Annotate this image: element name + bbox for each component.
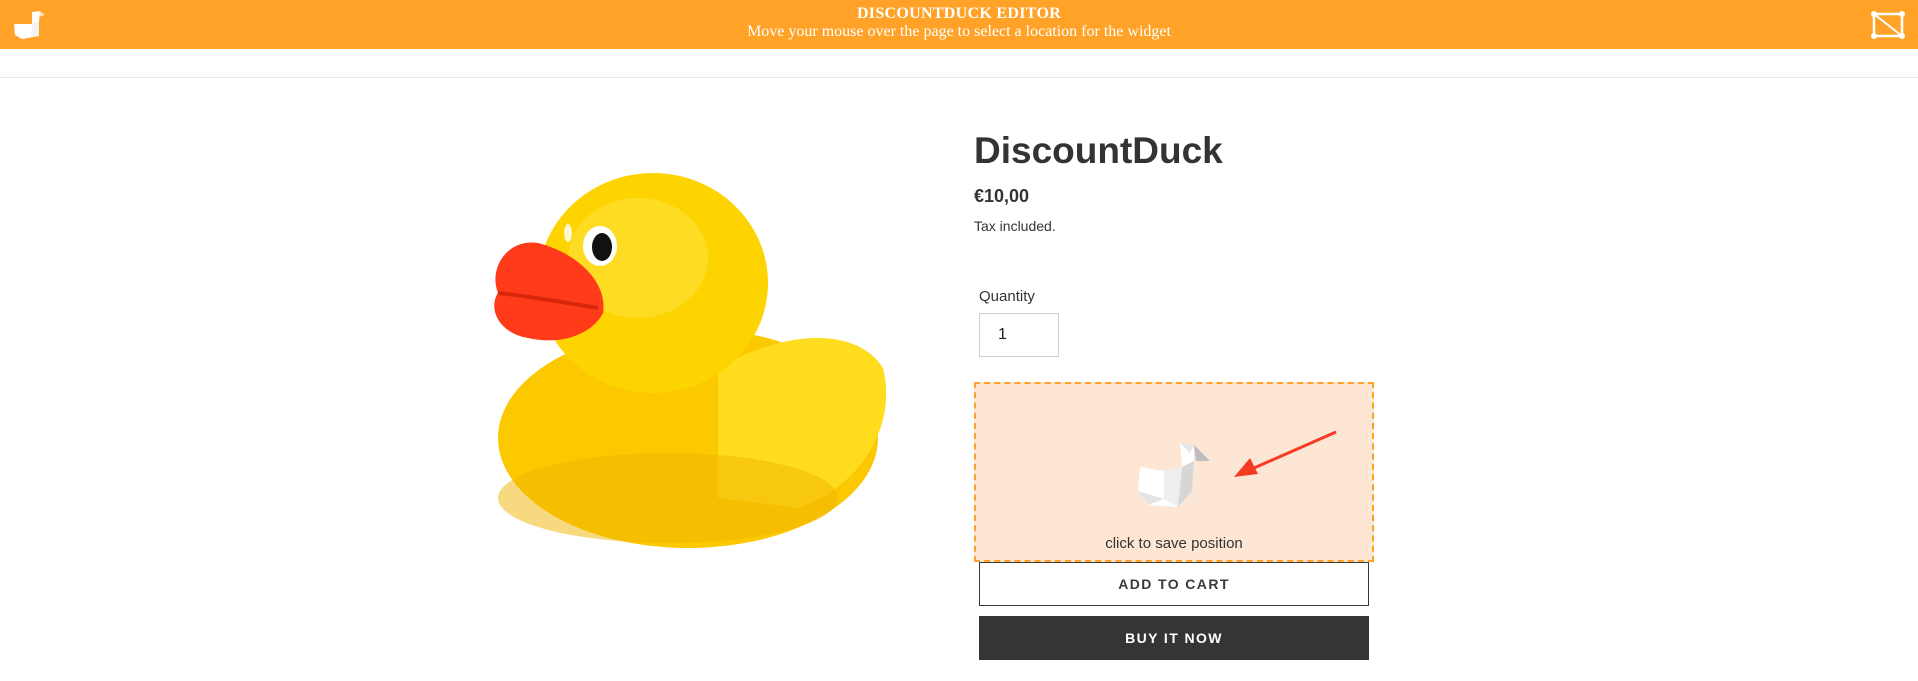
editor-bar: DISCOUNTDUCK EDITOR Move your mouse over…	[0, 0, 1918, 49]
red-arrow-icon	[1234, 430, 1337, 477]
editor-title: DISCOUNTDUCK EDITOR	[856, 5, 1062, 22]
widget-placement-zone[interactable]: click to save position	[974, 382, 1374, 562]
rubber-duck-image	[494, 173, 887, 548]
buy-now-button[interactable]: BUY IT NOW	[979, 616, 1369, 660]
editor-subtitle: Move your mouse over the page to select …	[747, 23, 1171, 40]
duck-widget-icon	[1138, 443, 1210, 507]
exit-editor-icon[interactable]	[1870, 8, 1906, 42]
quantity-label: Quantity	[979, 288, 1035, 305]
add-to-cart-button[interactable]: ADD TO CART	[979, 562, 1369, 606]
header-divider	[0, 77, 1918, 78]
quantity-input[interactable]	[979, 313, 1059, 357]
tax-note: Tax included.	[974, 218, 1056, 234]
product-price: €10,00	[974, 186, 1030, 206]
product-title: DiscountDuck	[974, 130, 1223, 171]
save-position-caption: click to save position	[1105, 535, 1243, 552]
